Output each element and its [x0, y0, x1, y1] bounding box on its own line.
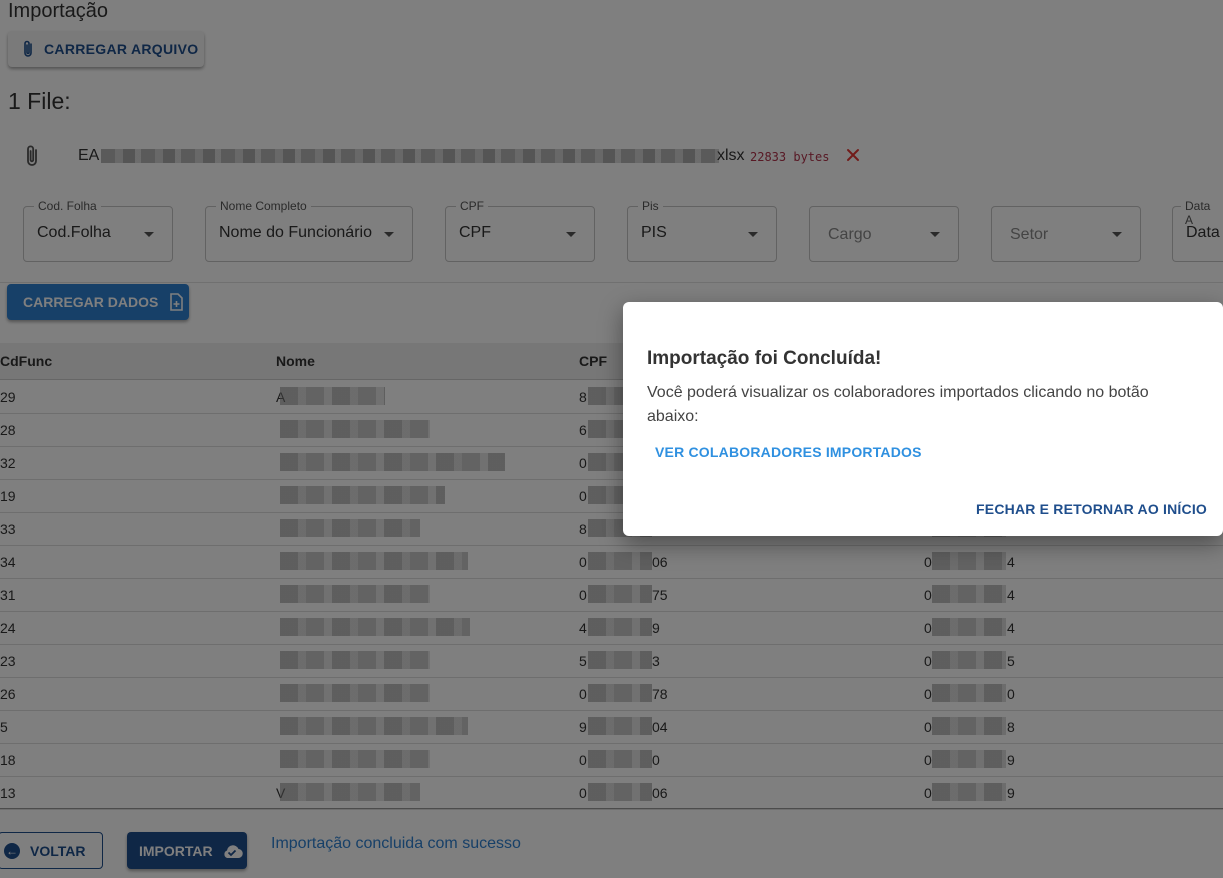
- import-complete-dialog: Importação foi Concluída! Você poderá vi…: [623, 302, 1223, 536]
- dialog-message: Você poderá visualizar os colaboradores …: [647, 384, 1149, 425]
- dialog-title: Importação foi Concluída!: [647, 348, 882, 369]
- close-return-button[interactable]: FECHAR E RETORNAR AO INÍCIO: [976, 501, 1207, 517]
- view-imported-button[interactable]: VER COLABORADORES IMPORTADOS: [655, 444, 922, 460]
